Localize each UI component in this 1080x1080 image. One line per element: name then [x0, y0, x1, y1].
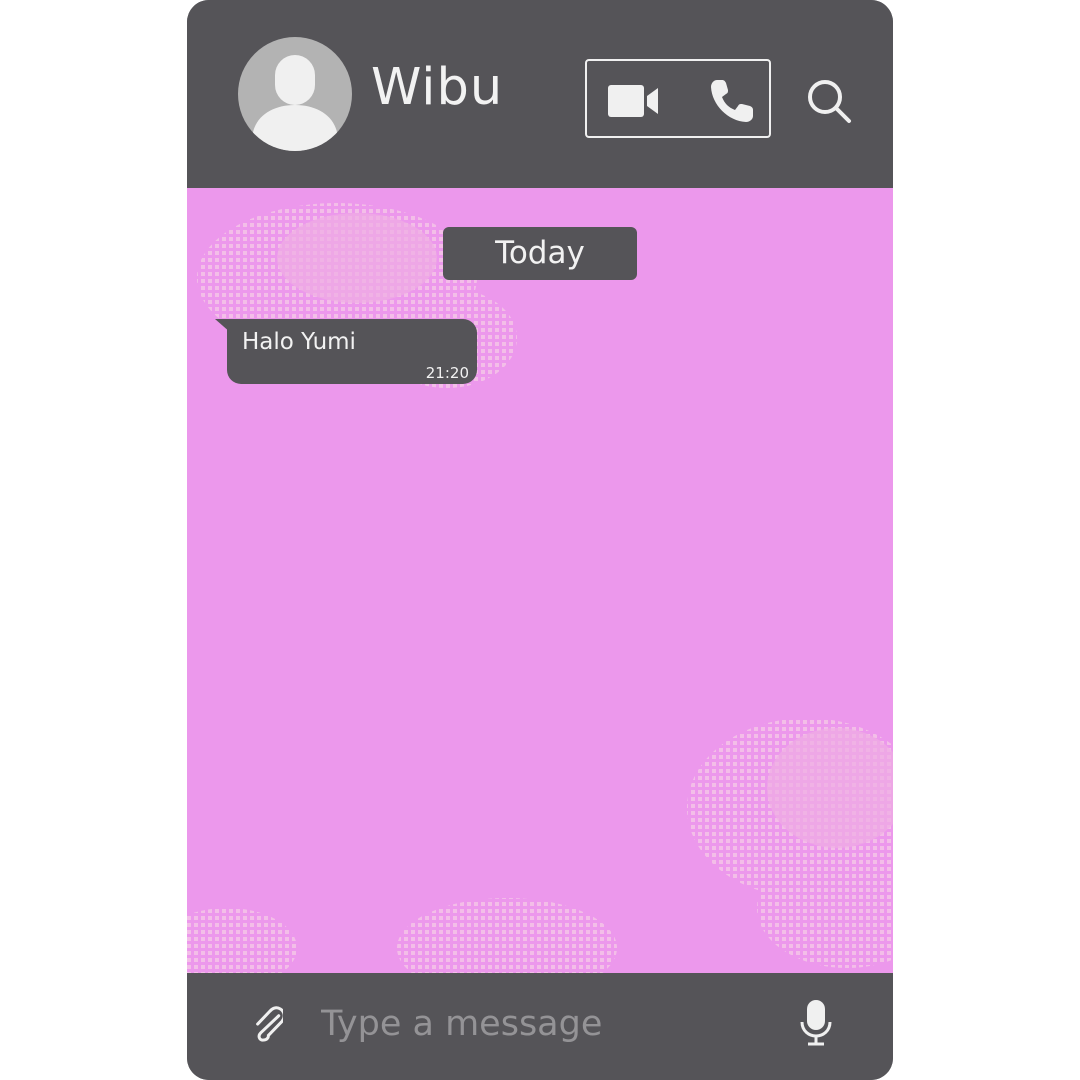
contact-avatar[interactable]: [238, 37, 352, 151]
user-silhouette-icon: [252, 55, 338, 151]
phone-icon: [711, 80, 753, 122]
message-text: Halo Yumi: [242, 329, 356, 355]
search-icon: [808, 80, 851, 123]
message-list[interactable]: Today Halo Yumi 21:20: [187, 188, 893, 973]
message-timestamp: 21:20: [425, 364, 469, 382]
voice-message-button[interactable]: [799, 1000, 833, 1050]
voice-call-button[interactable]: [709, 78, 755, 128]
video-call-button[interactable]: [608, 85, 660, 121]
message-composer: [187, 973, 893, 1080]
bubble-tail: [215, 319, 231, 333]
paperclip-icon: [256, 1006, 286, 1042]
microphone-icon: [800, 1000, 832, 1046]
chat-header: Wibu: [187, 0, 893, 188]
message-input[interactable]: [321, 998, 761, 1050]
date-separator: Today: [443, 227, 637, 280]
incoming-message-bubble[interactable]: Halo Yumi 21:20: [215, 319, 477, 384]
chat-window: Wibu Today Halo Yumi 21:20 Type a messag…: [187, 0, 893, 1080]
call-actions: [585, 59, 771, 138]
contact-name[interactable]: Wibu: [371, 62, 503, 113]
attach-button[interactable]: [255, 1003, 286, 1051]
video-camera-icon: [608, 85, 658, 117]
search-button[interactable]: [806, 78, 852, 128]
cloud-wallpaper: [187, 203, 893, 973]
